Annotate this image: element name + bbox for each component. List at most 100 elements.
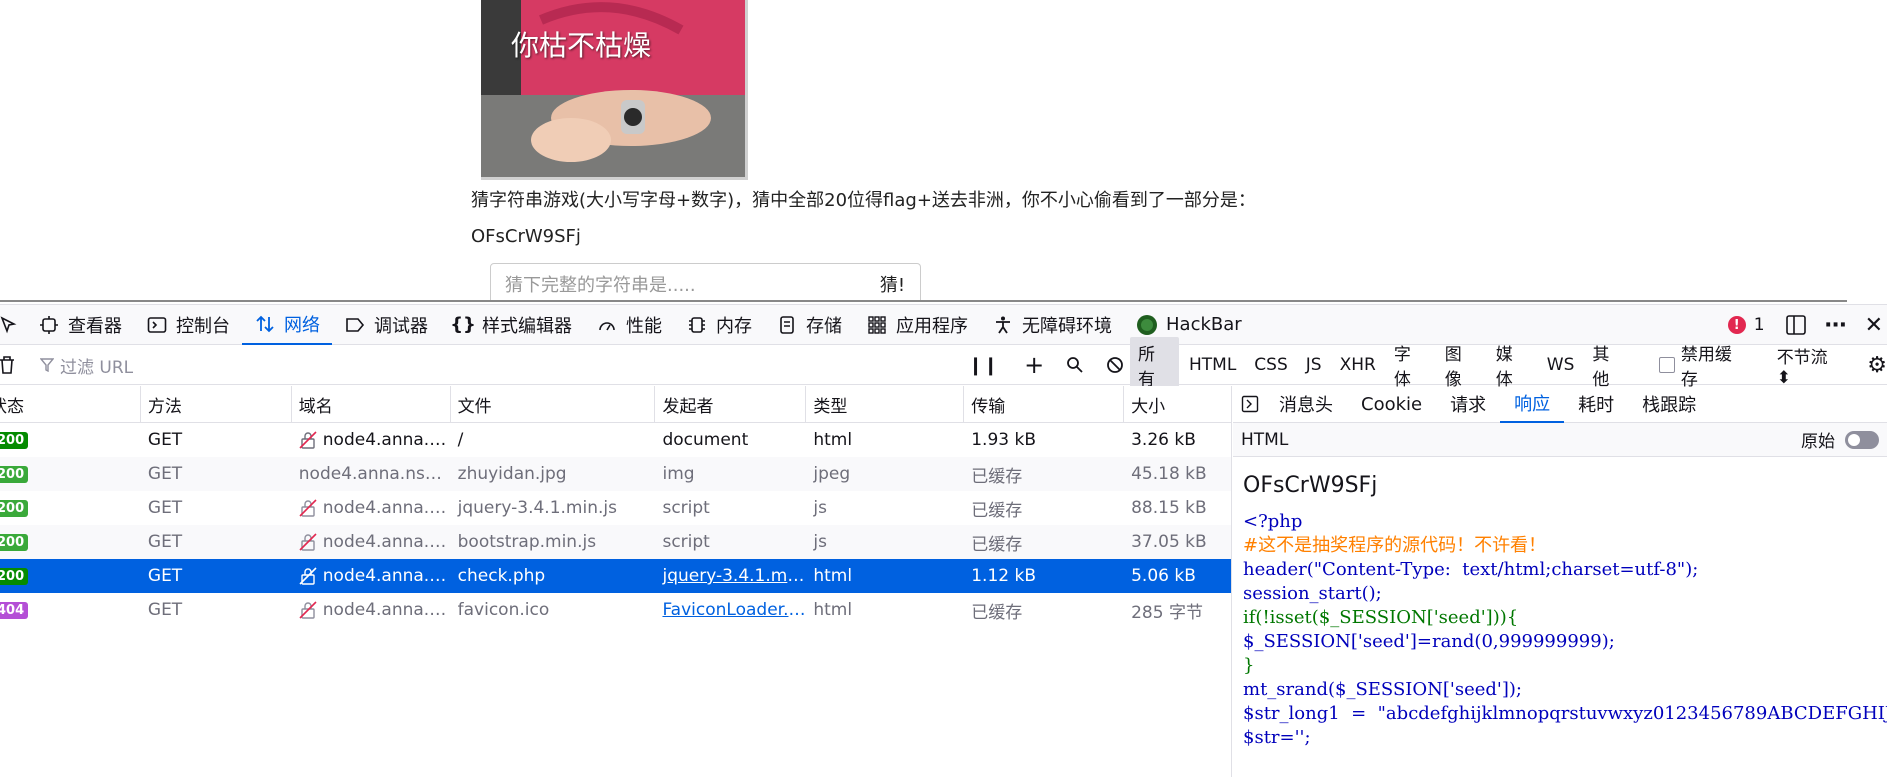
type-filter-js[interactable]: JS — [1298, 352, 1330, 378]
column-file[interactable]: 文件 — [451, 386, 656, 422]
type-filter-css[interactable]: CSS — [1246, 352, 1295, 378]
meme-image: 你枯不枯燥 — [481, 0, 748, 180]
page-viewport: 你枯不枯燥 猜字符串游戏(大小写字母+数字)，猜中全部20位得flag+送去非洲… — [0, 0, 1887, 302]
tab-label: 样式编辑器 — [482, 315, 572, 337]
error-count-badge[interactable]: ! 1 — [1727, 315, 1765, 335]
table-header: 状态 方法 域名 文件 发起者 类型 传输 大小 — [0, 386, 1231, 423]
dock-icon[interactable] — [1785, 314, 1807, 336]
memory-icon — [686, 314, 708, 336]
column-domain[interactable]: 域名 — [292, 386, 451, 422]
tab-response[interactable]: 响应 — [1500, 386, 1565, 423]
request-details-panel: 消息头 Cookie 请求 响应 耗时 栈跟踪 HTML 原始 OFsCrW9S… — [1233, 386, 1887, 777]
status-badge: 200 — [0, 533, 29, 551]
page-divider — [0, 300, 1847, 302]
tab-style-editor[interactable]: {} 样式编辑器 — [440, 305, 584, 345]
code-line: if(!isset($_SESSION['seed'])){ — [1243, 607, 1519, 628]
tab-stack-trace[interactable]: 栈跟踪 — [1628, 386, 1710, 423]
table-row[interactable]: 404 GET node4.anna.ns... favicon.ico Fav… — [0, 593, 1231, 627]
response-format-bar: HTML 原始 — [1233, 423, 1887, 457]
close-icon[interactable]: ✕ — [1865, 313, 1883, 338]
column-size[interactable]: 大小 — [1124, 386, 1231, 422]
guess-input[interactable]: 猜下完整的字符串是..... — [490, 263, 866, 302]
partial-string: OFsCrW9SFj — [471, 226, 581, 247]
domain-cell: node4.anna.ns... — [322, 600, 451, 620]
method-cell: GET — [147, 600, 183, 620]
type-cell: jpeg — [813, 464, 851, 484]
add-icon[interactable]: + — [1024, 351, 1044, 379]
element-picker-button[interactable] — [0, 305, 26, 345]
tab-request[interactable]: 请求 — [1436, 386, 1500, 423]
block-icon[interactable] — [1106, 356, 1124, 374]
type-filters: 所有 HTML CSS JS XHR 字体 图像 媒体 WS 其他 禁用缓存 不… — [1130, 337, 1887, 393]
transfer-cell: 已缓存 — [971, 500, 1023, 521]
table-row[interactable]: 200 GET node4.anna.nssct... zhuyidan.jpg… — [0, 457, 1231, 491]
size-cell: 5.06 kB — [1131, 566, 1196, 586]
file-cell: / — [457, 430, 464, 450]
column-type[interactable]: 类型 — [806, 386, 965, 422]
column-transferred[interactable]: 传输 — [964, 386, 1125, 422]
toggle-sidebar-icon[interactable] — [1241, 395, 1259, 413]
tab-memory[interactable]: 内存 — [674, 305, 764, 345]
type-filter-xhr[interactable]: XHR — [1332, 352, 1384, 378]
table-row[interactable]: 200 GET node4.anna.ns... / document html… — [0, 423, 1231, 457]
tab-timings[interactable]: 耗时 — [1564, 386, 1628, 423]
size-cell: 3.26 kB — [1131, 430, 1196, 450]
tab-headers[interactable]: 消息头 — [1265, 386, 1347, 423]
column-method[interactable]: 方法 — [141, 386, 292, 422]
filter-url-input[interactable]: 过滤 URL — [40, 351, 940, 379]
tab-label: 应用程序 — [896, 315, 968, 337]
request-table: 状态 方法 域名 文件 发起者 类型 传输 大小 200 GET node4.a… — [0, 386, 1232, 777]
type-cell: js — [813, 532, 827, 552]
filter-tools: ❙❙ + — [968, 345, 1124, 385]
disable-cache-checkbox[interactable]: 禁用缓存 — [1659, 340, 1746, 390]
method-cell: GET — [147, 430, 183, 450]
table-row[interactable]: 200 GET node4.anna.ns... bootstrap.min.j… — [0, 525, 1231, 559]
checkbox-box[interactable] — [1659, 357, 1675, 373]
raw-toggle[interactable]: 原始 — [1801, 427, 1879, 452]
tab-label: 查看器 — [68, 315, 122, 337]
table-row-selected[interactable]: 200 GET node4.anna.ns... check.php jquer… — [0, 559, 1231, 593]
size-cell: 45.18 kB — [1131, 464, 1207, 484]
tab-debugger[interactable]: 调试器 — [332, 305, 440, 345]
file-cell: check.php — [457, 566, 546, 586]
tab-network[interactable]: 网络 — [242, 305, 332, 345]
status-badge: 200 — [0, 499, 29, 517]
tab-label: 性能 — [626, 315, 662, 337]
domain-cell: node4.anna.ns... — [322, 566, 451, 586]
tab-inspector[interactable]: 查看器 — [26, 305, 134, 345]
raw-switch[interactable] — [1845, 430, 1879, 449]
type-filter-ws[interactable]: WS — [1539, 352, 1583, 378]
more-options-icon[interactable]: ⋯ — [1825, 313, 1847, 338]
guess-button[interactable]: 猜! — [865, 263, 921, 302]
initiator-link[interactable]: jquery-3.4.1.min... — [662, 566, 806, 586]
code-line: $str_long1 = "abcdefghijklmnopqrstuvwxyz… — [1243, 703, 1887, 724]
tab-performance[interactable]: 性能 — [584, 305, 674, 345]
file-cell: jquery-3.4.1.min.js — [457, 498, 617, 518]
search-icon[interactable] — [1066, 356, 1084, 374]
column-status[interactable]: 状态 — [0, 386, 141, 422]
tab-console[interactable]: 控制台 — [134, 305, 242, 345]
settings-icon[interactable]: ⚙ — [1867, 353, 1887, 378]
code-line: header("Content-Type: text/html;charset=… — [1243, 559, 1699, 580]
trash-icon[interactable] — [0, 355, 16, 379]
tab-storage[interactable]: 存储 — [764, 305, 854, 345]
type-filter-html[interactable]: HTML — [1181, 352, 1244, 378]
file-cell: zhuyidan.jpg — [457, 464, 567, 484]
tab-application[interactable]: 应用程序 — [854, 305, 980, 345]
table-row[interactable]: 200 GET node4.anna.ns... jquery-3.4.1.mi… — [0, 491, 1231, 525]
type-cell: html — [813, 600, 853, 620]
column-initiator[interactable]: 发起者 — [655, 386, 807, 422]
tab-accessibility[interactable]: 无障碍环境 — [980, 305, 1124, 345]
tab-label: 无障碍环境 — [1022, 315, 1112, 337]
initiator-cell: script — [662, 498, 710, 518]
pause-icon[interactable]: ❙❙ — [968, 355, 998, 376]
console-icon — [146, 314, 168, 336]
initiator-link[interactable]: FaviconLoader.s... — [662, 600, 806, 620]
type-filter-all[interactable]: 所有 — [1130, 337, 1179, 393]
initiator-cell: document — [662, 430, 749, 450]
response-source-code: <?php #这不是抽奖程序的源代码！不许看！ header("Content-Ty… — [1233, 510, 1887, 750]
throttle-select[interactable]: 不节流 ⬍ — [1777, 343, 1846, 388]
pick-icon — [0, 315, 17, 333]
tab-cookies[interactable]: Cookie — [1347, 386, 1436, 423]
method-cell: GET — [147, 532, 183, 552]
